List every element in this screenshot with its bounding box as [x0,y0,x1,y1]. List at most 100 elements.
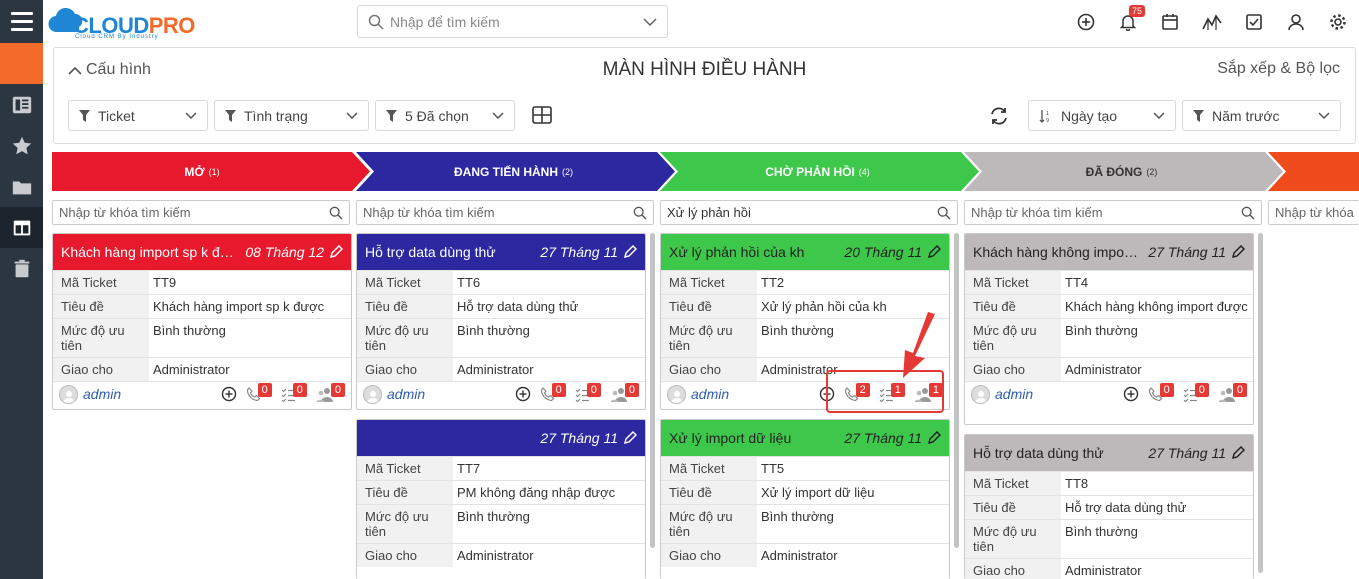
page-title: MÀN HÌNH ĐIỀU HÀNH [602,59,807,80]
card-header[interactable]: Xử lý import dữ liệu 27 Tháng 11 [661,420,949,456]
card-header[interactable]: Hỗ trợ data dùng thử 27 Tháng 11 [965,435,1253,471]
avatar [363,384,382,404]
sort-filter-link[interactable]: Sắp xếp & Bộ lọc [1217,60,1340,78]
hamburger-menu-icon[interactable] [0,0,43,43]
checkbox-icon [1246,13,1262,30]
contacts-button[interactable]: 0 [609,383,639,402]
filter-icon [225,109,236,122]
tasks-button[interactable] [1233,0,1275,43]
edit-icon[interactable] [623,431,637,445]
column-search-input[interactable] [667,205,937,220]
grid-view-button[interactable] [532,106,552,127]
column-search-waiting[interactable] [660,200,958,225]
column-scrollbar[interactable] [954,233,959,548]
ticket-card[interactable]: Hỗ trợ data dùng thử 27 Tháng 11 Mã Tick… [964,434,1254,579]
add-activity-button[interactable] [515,386,531,402]
add-button[interactable] [1065,0,1107,43]
stage-in-progress[interactable]: ĐANG TIẾN HÀNH (2) [370,152,657,191]
notifications-button[interactable]: 75 [1107,0,1149,43]
stage-closed[interactable]: ĐÃ ĐÓNG (2) [978,152,1265,191]
chevron-down-icon [1153,112,1165,119]
edit-icon[interactable] [623,245,637,259]
sidebar-item-board[interactable] [0,207,43,248]
stage-pipeline: MỞ (1) ĐANG TIẾN HÀNH (2) CHỜ PHẢN HỒI (4) … [52,152,1359,191]
column-search-open[interactable] [52,200,350,225]
contacts-button[interactable]: 0 [315,383,345,402]
ticket-card[interactable]: Hỗ trợ data dùng thử 27 Tháng 11 Mã Tick… [356,233,646,410]
column-search-next[interactable] [1268,200,1359,225]
ticket-card[interactable]: Xử lý import dữ liệu 27 Tháng 11 Mã Tick… [660,419,950,579]
sidebar-item-trash[interactable] [0,248,43,289]
calendar-icon [1162,13,1178,30]
ticket-card[interactable]: 27 Tháng 11 Mã Ticket TT7 Tiêu đề PM không… [356,419,646,579]
sort-by-select[interactable]: 19 Ngày tạo [1028,100,1176,131]
edit-icon[interactable] [927,431,941,445]
column-search-input[interactable] [1275,205,1359,220]
tasks-button[interactable]: 0 [1183,383,1209,402]
card-header[interactable]: 27 Tháng 11 [357,420,645,456]
global-search[interactable] [357,5,668,38]
column-search-input[interactable] [363,205,633,220]
edit-icon[interactable] [927,245,941,259]
gear-icon [1330,13,1346,30]
module-select[interactable]: Ticket [68,100,208,131]
card-header[interactable]: Hỗ trợ data dùng thử 27 Tháng 11 [357,234,645,270]
settings-button[interactable] [1317,0,1359,43]
contacts-button[interactable]: 0 [1217,383,1247,402]
calls-button[interactable]: 0 [540,383,566,402]
status-select[interactable]: Tình trạng [214,100,369,131]
add-activity-button[interactable] [221,386,237,402]
stage-waiting-response[interactable]: CHỜ PHẢN HỒI (4) [674,152,961,191]
filter-icon [1193,109,1204,122]
refresh-button[interactable] [988,105,1010,130]
tasks-button[interactable]: 0 [281,383,307,402]
star-icon [12,136,31,154]
filter-icon [79,109,90,122]
column-scrollbar[interactable] [650,233,655,548]
edit-icon[interactable] [1231,446,1245,460]
chevron-down-icon [1318,112,1330,119]
card-owner[interactable]: admin [995,386,1033,402]
search-icon [633,206,647,220]
column-search-closed[interactable] [964,200,1262,225]
card-owner[interactable]: admin [83,386,121,402]
folder-icon [12,181,31,194]
calendar-button[interactable] [1149,0,1191,43]
reports-button[interactable] [1191,0,1233,43]
selected-status-select[interactable]: 5 Đã chọn [375,100,515,131]
tasks-button[interactable]: 0 [575,383,601,402]
profile-button[interactable] [1275,0,1317,43]
calls-button[interactable]: 0 [246,383,272,402]
column-scrollbar[interactable] [1258,233,1263,573]
board-icon [13,220,30,235]
plus-circle-icon [515,386,530,402]
stage-open[interactable]: MỞ (1) [52,152,352,191]
refresh-icon [991,107,1007,125]
column-search-input[interactable] [59,205,329,220]
card-header[interactable]: Khách hàng không import... 27 Tháng 11 [965,234,1253,270]
search-icon [368,14,384,30]
sidebar-item-folders[interactable] [0,166,43,207]
phonebook-icon [12,96,31,113]
ticket-card[interactable]: Khách hàng import sp k đư... 08 Tháng 12… [52,233,352,410]
calls-button[interactable]: 0 [1148,383,1174,402]
period-select[interactable]: Năm trước [1182,100,1341,131]
sidebar-item-favorites[interactable] [0,125,43,166]
card-header[interactable]: Khách hàng import sp k đư... 08 Tháng 12 [53,234,351,270]
plus-circle-icon [221,386,236,402]
add-activity-button[interactable] [1123,386,1139,402]
edit-icon[interactable] [329,245,343,259]
column-search-in-progress[interactable] [356,200,654,225]
column-search-input[interactable] [971,205,1241,220]
search-icon [329,206,343,220]
filter-icon [386,109,397,122]
sidebar-item-phonebook[interactable] [0,84,43,125]
card-owner[interactable]: admin [691,386,729,402]
global-search-input[interactable] [390,13,643,30]
edit-icon[interactable] [1231,245,1245,259]
chevron-down-icon[interactable] [643,17,657,26]
ticket-card[interactable]: Khách hàng không import... 27 Tháng 11 M… [964,233,1254,425]
logo[interactable]: CLOUDPRO Cloud CRM By Industry [47,4,207,40]
card-owner[interactable]: admin [387,386,425,402]
card-header[interactable]: Xử lý phản hồi của kh 20 Tháng 11 [661,234,949,270]
